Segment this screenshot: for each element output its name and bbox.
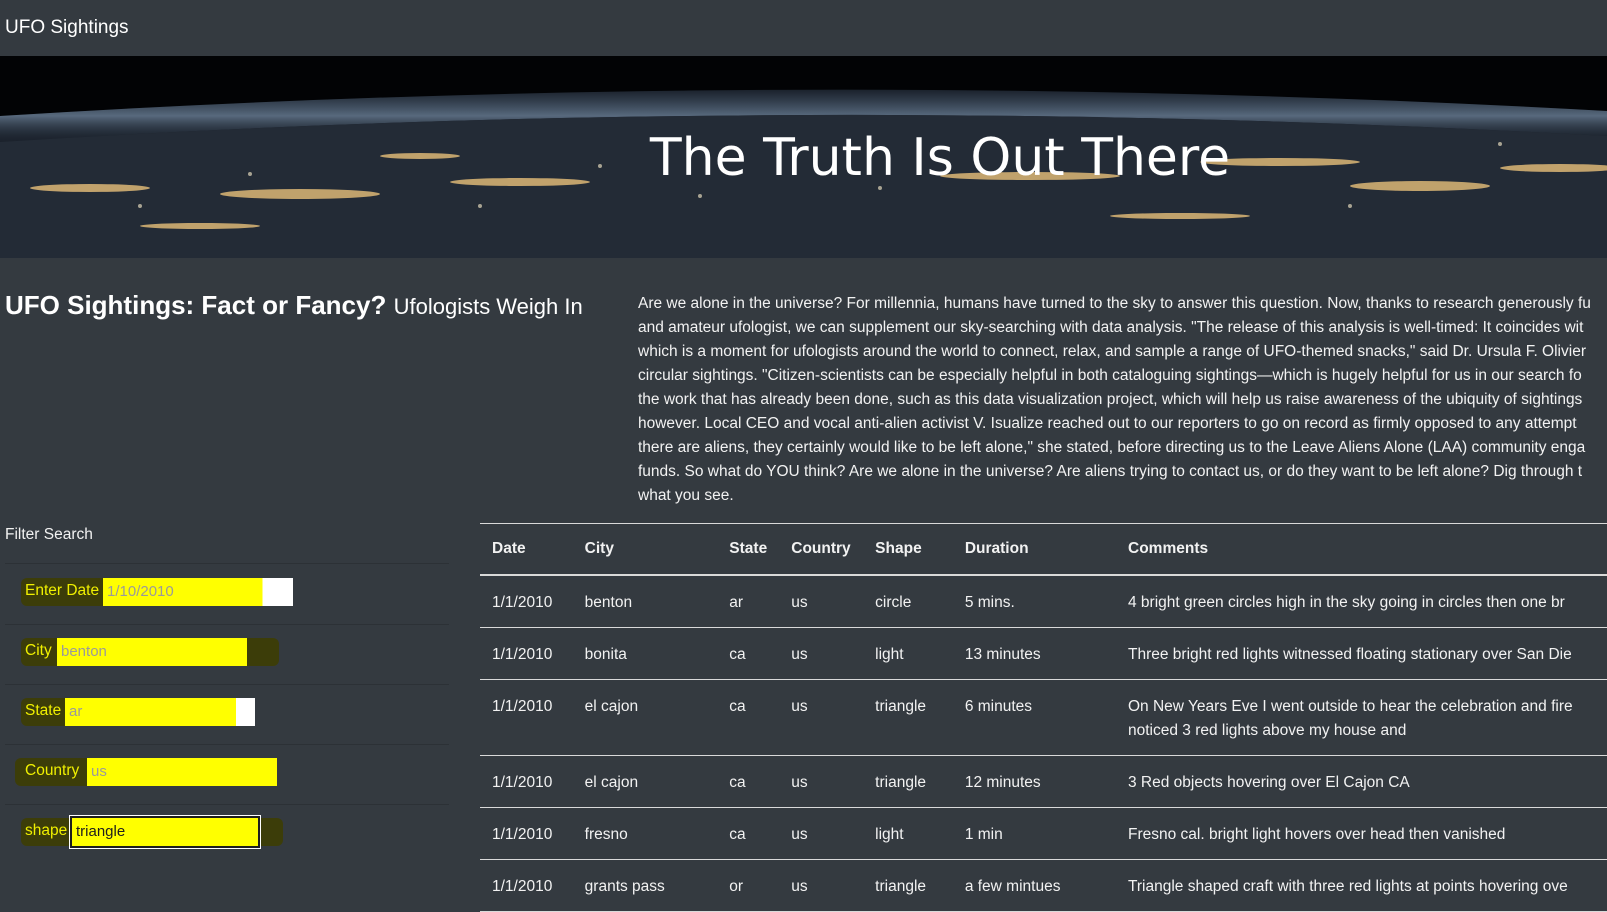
cell-state: ar [717,575,780,628]
col-date[interactable]: Date [480,523,573,576]
cell-state: ca [717,627,780,680]
shape-input[interactable]: triangle [69,815,261,849]
article-line: circular sightings. "Citizen-scientists … [638,367,1582,384]
cell-state: or [717,859,780,912]
filter-search-title: Filter Search [5,526,93,543]
article-line: however. Local CEO and vocal anti-alien … [638,415,1577,432]
cell-shape: triangle [863,755,953,808]
cell-comments: Three bright red lights witnessed floati… [1116,627,1607,680]
comment-text: On New Years Eve I went outside to hear … [1128,698,1573,739]
cell-comments: 3 Red objects hovering over El Cajon CA [1116,755,1607,808]
cell-comments: On New Years Eve I went outside to hear … [1116,679,1607,756]
cell-country: us [779,807,864,860]
cell-city: grants pass [572,859,718,912]
cell-comments: Fresno cal. bright light hovers over hea… [1116,807,1607,860]
table-row: 1/1/2010 el cajon ca us triangle 12 minu… [480,755,1607,808]
navbar-brand[interactable]: UFO Sightings [5,17,129,39]
sightings-table: Date City State Country Shape Duration C… [480,523,1607,912]
filter-row-country: Country us [5,744,449,805]
country-label: Country [25,762,80,779]
navbar: UFO Sightings [0,0,1607,56]
col-duration[interactable]: Duration [952,523,1116,576]
col-country[interactable]: Country [779,523,864,576]
date-label: Enter Date [25,582,100,599]
comment-text: Three bright red lights witnessed floati… [1128,646,1572,663]
filter-row-state: State ar [5,684,449,745]
cell-state: ca [717,679,780,756]
col-shape[interactable]: Shape [863,523,953,576]
cell-city: benton [572,575,718,628]
article-line: what you see. [638,487,734,504]
cell-country: us [779,755,864,808]
cell-country: us [779,859,864,912]
col-state[interactable]: State [717,523,780,576]
article-line: funds. So what do YOU think? Are we alon… [638,463,1583,480]
cell-state: ca [717,755,780,808]
cell-duration: 5 mins. [952,575,1116,628]
cell-country: us [779,679,864,756]
table-row: 1/1/2010 grants pass or us triangle a fe… [480,859,1607,912]
city-input[interactable]: benton [57,638,247,666]
hero-title: The Truth Is Out There [649,128,1231,188]
cell-date: 1/1/2010 [480,807,573,860]
cell-shape: light [863,807,953,860]
article-line: there are aliens, they certainly would l… [638,439,1586,456]
table-row: 1/1/2010 el cajon ca us triangle 6 minut… [480,679,1607,756]
city-label: City [25,642,52,659]
table-header-row: Date City State Country Shape Duration C… [480,523,1607,576]
date-input[interactable]: 1/10/2010 [103,578,293,606]
cell-city: el cajon [572,679,718,756]
cell-shape: triangle [863,859,953,912]
comment-text: 4 bright green circles high in the sky g… [1128,594,1565,611]
country-input[interactable]: us [87,758,277,786]
cell-comments: Triangle shaped craft with three red lig… [1116,859,1607,912]
article-title: UFO Sightings: Fact or Fancy? Ufologists… [5,290,583,321]
cell-country: us [779,627,864,680]
state-input[interactable]: ar [65,698,255,726]
filter-row-city: City benton [5,624,449,685]
cell-shape: circle [863,575,953,628]
article-line: Are we alone in the universe? For millen… [638,295,1591,312]
article-line: which is a moment for ufologists around … [638,343,1586,360]
col-comments[interactable]: Comments [1116,523,1607,576]
filter-list: Enter Date 1/10/2010 City benton State a… [5,563,449,864]
cell-date: 1/1/2010 [480,575,573,628]
state-label: State [25,702,62,719]
cell-city: fresno [572,807,718,860]
filter-row-shape: shape triangle [5,804,449,864]
comment-text: Fresno cal. bright light hovers over hea… [1128,826,1506,843]
cell-city: el cajon [572,755,718,808]
article-title-main: UFO Sightings: Fact or Fancy? [5,290,387,320]
cell-country: us [779,575,864,628]
cell-duration: 6 minutes [952,679,1116,756]
table-row: 1/1/2010 bonita ca us light 13 minutes T… [480,627,1607,680]
cell-duration: a few mintues [952,859,1116,912]
hero-banner: The Truth Is Out There [0,56,1607,258]
cell-date: 1/1/2010 [480,679,573,756]
cell-shape: triangle [863,679,953,756]
article-line: the work that has already been done, suc… [638,391,1583,408]
cell-duration: 13 minutes [952,627,1116,680]
comment-text: Triangle shaped craft with three red lig… [1128,878,1568,895]
article-line: and amateur ufologist, we can supplement… [638,319,1584,336]
cell-duration: 12 minutes [952,755,1116,808]
shape-label: shape [25,822,68,839]
cell-date: 1/1/2010 [480,859,573,912]
cell-date: 1/1/2010 [480,755,573,808]
cell-date: 1/1/2010 [480,627,573,680]
cell-comments: 4 bright green circles high in the sky g… [1116,575,1607,628]
filter-row-date: Enter Date 1/10/2010 [5,564,449,625]
article-subtitle: Ufologists Weigh In [393,294,583,319]
col-city[interactable]: City [572,523,718,576]
comment-text: 3 Red objects hovering over El Cajon CA [1128,774,1410,791]
cell-duration: 1 min [952,807,1116,860]
table-row: 1/1/2010 benton ar us circle 5 mins. 4 b… [480,575,1607,628]
cell-city: bonita [572,627,718,680]
cell-state: ca [717,807,780,860]
article-body: Are we alone in the universe? For millen… [638,292,1607,508]
cell-shape: light [863,627,953,680]
table-row: 1/1/2010 fresno ca us light 1 min Fresno… [480,807,1607,860]
